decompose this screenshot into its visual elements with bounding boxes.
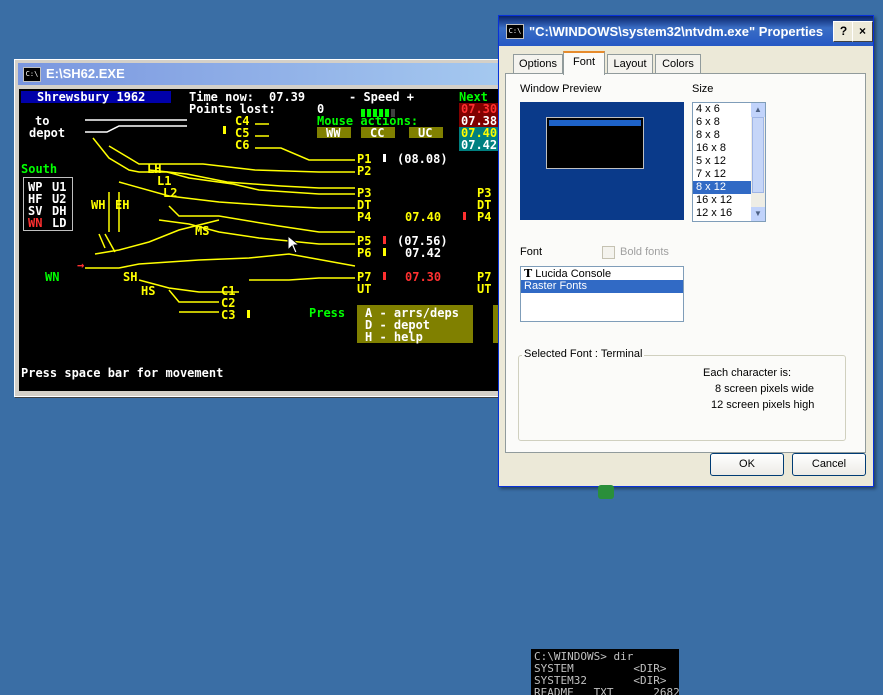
platform-p4-right[interactable]: P4 [477, 211, 491, 223]
signal-p1[interactable] [383, 154, 386, 162]
tab-colors[interactable]: Colors [655, 54, 701, 73]
scroll-down-icon[interactable]: ▼ [751, 207, 765, 221]
each-char-label: Each character is: [703, 367, 792, 379]
dialog-title: "C:\WINDOWS\system32\ntvdm.exe" Properti… [529, 24, 824, 39]
platform-p4[interactable]: P4 [357, 211, 371, 223]
signal-c3[interactable] [247, 310, 250, 318]
p4-time: 07.40 [405, 210, 442, 224]
press-option-h[interactable]: H - help [365, 331, 423, 343]
p6-time: 07.42 [405, 246, 442, 260]
dialog-title-bar[interactable]: C:\ "C:\WINDOWS\system32\ntvdm.exe" Prop… [499, 16, 873, 46]
font-item-lucida[interactable]: T Lucida Console [521, 267, 683, 280]
console-screen[interactable]: Shrewsbury 1962 Time now: 07.39 Points l… [19, 89, 501, 391]
p7-time: 07.30 [405, 270, 442, 284]
route-sh: SH [123, 270, 138, 284]
size-list[interactable]: 4 x 6 6 x 8 8 x 8 16 x 8 5 x 12 7 x 12 8… [692, 102, 766, 222]
size-label: Size [692, 83, 714, 95]
window-preview [520, 102, 684, 220]
press-label: Press [309, 306, 346, 320]
platform-p6[interactable]: P6 [357, 247, 371, 259]
selected-font-group: C:\WINDOWS> dir SYSTEM <DIR> SYSTEM32 <D… [518, 355, 846, 695]
p1-time: (08.08) [397, 152, 448, 166]
ok-button[interactable]: OK [710, 453, 784, 476]
route-wn: WN [45, 270, 60, 284]
signal-p4[interactable] [463, 212, 466, 220]
help-button[interactable]: ? [833, 21, 854, 42]
font-list[interactable]: T Lucida Console Raster Fonts [520, 266, 684, 322]
selected-font-caption: Selected Font : Terminal [522, 348, 645, 360]
font-sample-preview: C:\WINDOWS> dir SYSTEM <DIR> SYSTEM32 <D… [531, 649, 679, 695]
route-hs: HS [141, 284, 156, 298]
bold-fonts-checkbox[interactable] [602, 246, 615, 259]
console-app-icon: C:\ [23, 67, 41, 82]
truetype-icon: T [524, 267, 533, 280]
route-wh: WH [91, 198, 106, 212]
signal-p7[interactable] [383, 272, 386, 280]
close-button[interactable]: × [852, 21, 873, 42]
mouse-cursor-icon [287, 235, 301, 254]
signal-p6[interactable] [383, 248, 386, 256]
tab-options[interactable]: Options [513, 54, 563, 73]
wn-arrow: → [77, 258, 85, 272]
size-scrollbar[interactable]: ▲ ▼ [751, 103, 765, 221]
route-ms: MS [195, 224, 210, 238]
pixels-wide: 8 screen pixels wide [715, 383, 815, 395]
preview-console [546, 117, 644, 169]
sample-line: SYSTEM <DIR> [534, 662, 667, 675]
sample-line: SYSTEM32 <DIR> [534, 674, 667, 687]
font-label: Font [520, 246, 543, 258]
platform-ut[interactable]: UT [357, 283, 371, 295]
signal-c5[interactable] [223, 126, 226, 134]
font-item-raster[interactable]: Raster Fonts [521, 280, 683, 293]
route-l2: L2 [163, 186, 178, 200]
pixels-high: 12 screen pixels high [711, 399, 815, 411]
font-item-label: Lucida Console [535, 268, 612, 280]
scroll-up-icon[interactable]: ▲ [751, 103, 765, 117]
route-c6: C6 [235, 138, 250, 152]
font-tab-panel: Window Preview Size 4 x 6 6 x 8 8 x 8 16… [505, 73, 866, 695]
platform-p2[interactable]: P2 [357, 165, 371, 177]
console-window[interactable]: C:\ E:\SH62.EXE Shrewsbury 1962 Time now… [14, 59, 516, 397]
signal-p5[interactable] [383, 236, 386, 244]
status-line: Press space bar for movement [21, 366, 224, 380]
console-title-bar[interactable]: C:\ E:\SH62.EXE [18, 63, 512, 85]
console-title: E:\SH62.EXE [46, 66, 125, 81]
sample-line: README TXT 2682 [534, 686, 679, 695]
platform-ut-right[interactable]: UT [477, 283, 491, 295]
scroll-thumb[interactable] [752, 117, 764, 193]
tab-font[interactable]: Font [563, 51, 605, 75]
window-preview-label: Window Preview [520, 83, 602, 95]
route-c3: C3 [221, 308, 236, 322]
cancel-button[interactable]: Cancel [792, 453, 866, 476]
desktop-shortcut-icon[interactable] [598, 485, 614, 499]
tab-layout[interactable]: Layout [607, 54, 653, 73]
route-eh: EH [115, 198, 130, 212]
properties-dialog[interactable]: C:\ "C:\WINDOWS\system32\ntvdm.exe" Prop… [498, 15, 874, 695]
sample-line: C:\WINDOWS> dir [534, 650, 634, 663]
dialog-app-icon: C:\ [506, 24, 524, 39]
bold-fonts-label: Bold fonts [620, 246, 669, 258]
